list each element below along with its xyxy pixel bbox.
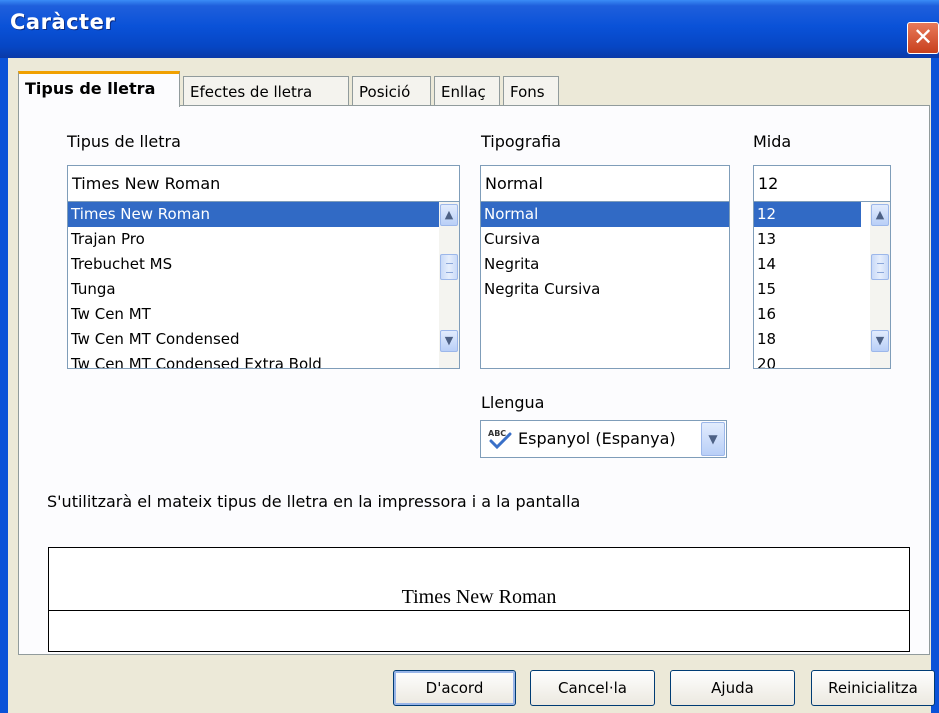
- list-item[interactable]: Times New Roman: [68, 202, 459, 227]
- scroll-down-icon[interactable]: ▼: [440, 330, 458, 352]
- list-item[interactable]: Normal: [481, 202, 729, 227]
- list-item[interactable]: Tw Cen MT Condensed: [68, 327, 459, 352]
- cancel-button[interactable]: Cancel·la: [530, 670, 655, 706]
- tab-background[interactable]: Fons: [503, 76, 559, 106]
- svg-text:ABC: ABC: [488, 429, 506, 438]
- style-label: Tipografia: [481, 132, 562, 151]
- size-label: Mida: [753, 132, 792, 151]
- tab-font-effects[interactable]: Efectes de lletra: [183, 76, 349, 106]
- info-text: S'utilitzarà el mateix tipus de lletra e…: [47, 492, 581, 511]
- font-name-input[interactable]: Times New Roman: [67, 165, 460, 203]
- style-list[interactable]: Normal Cursiva Negrita Negrita Cursiva: [480, 201, 730, 369]
- window-frame-right: [931, 58, 939, 713]
- scroll-up-icon[interactable]: ▲: [871, 204, 889, 226]
- list-item[interactable]: Tunga: [68, 277, 459, 302]
- list-item[interactable]: 12: [754, 202, 861, 227]
- baseline-divider: [49, 610, 909, 611]
- font-list[interactable]: Times New Roman Trajan Pro Trebuchet MS …: [67, 201, 460, 369]
- scroll-thumb[interactable]: [871, 254, 889, 280]
- reset-button[interactable]: Reinicialitza: [811, 670, 935, 706]
- scroll-thumb[interactable]: [440, 254, 458, 280]
- list-item[interactable]: Trajan Pro: [68, 227, 459, 252]
- font-preview: Times New Roman: [48, 547, 910, 652]
- preview-text: Times New Roman: [400, 586, 558, 608]
- list-item[interactable]: Trebuchet MS: [68, 252, 459, 277]
- size-list[interactable]: 12 13 14 15 16 18 20 ▲ ▼: [753, 201, 891, 369]
- tab-position[interactable]: Posició: [352, 76, 431, 106]
- font-list-scrollbar[interactable]: ▲ ▼: [439, 202, 459, 368]
- help-button[interactable]: Ajuda: [670, 670, 795, 706]
- size-list-scrollbar[interactable]: ▲ ▼: [870, 202, 890, 368]
- list-item[interactable]: Tw Cen MT: [68, 302, 459, 327]
- dialog-title: Caràcter: [10, 10, 116, 34]
- list-item[interactable]: Tw Cen MT Condensed Extra Bold: [68, 352, 459, 368]
- font-label: Tipus de lletra: [67, 132, 181, 151]
- list-item[interactable]: Negrita Cursiva: [481, 277, 729, 302]
- title-bar: Caràcter ✕: [0, 0, 939, 58]
- tab-font[interactable]: Tipus de lletra: [18, 71, 180, 107]
- list-item[interactable]: Cursiva: [481, 227, 729, 252]
- language-label: Llengua: [481, 393, 545, 412]
- scroll-up-icon[interactable]: ▲: [440, 204, 458, 226]
- list-item[interactable]: Negrita: [481, 252, 729, 277]
- style-input[interactable]: Normal: [480, 165, 730, 203]
- chevron-down-icon[interactable]: ▼: [701, 422, 725, 456]
- ok-button[interactable]: D'acord: [393, 670, 516, 706]
- language-select[interactable]: ABC Espanyol (Espanya) ▼: [480, 420, 727, 458]
- language-value: Espanyol (Espanya): [518, 429, 676, 448]
- close-icon[interactable]: ✕: [907, 22, 939, 54]
- scroll-down-icon[interactable]: ▼: [871, 330, 889, 352]
- spellcheck-abc-icon: ABC: [488, 429, 512, 450]
- size-input[interactable]: 12: [753, 165, 891, 203]
- tab-hyperlink[interactable]: Enllaç: [434, 76, 500, 106]
- window-frame-left: [0, 58, 8, 713]
